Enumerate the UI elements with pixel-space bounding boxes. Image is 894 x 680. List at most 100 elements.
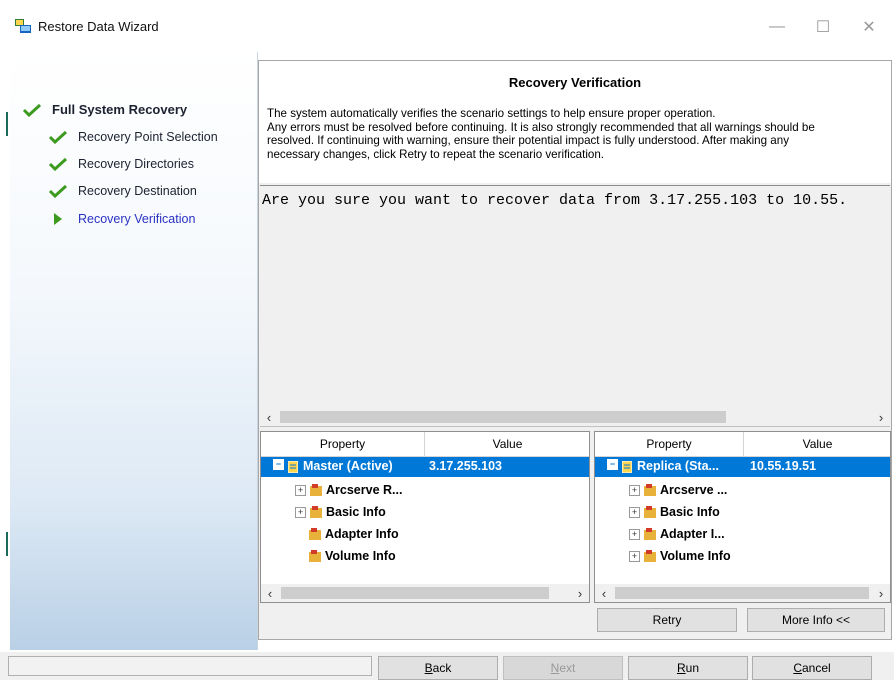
run-button[interactable]: Run	[628, 656, 748, 680]
step-label: Recovery Verification	[78, 212, 196, 226]
maximize-button[interactable]: ☐	[800, 12, 846, 42]
master-root-row[interactable]: − Master (Active) 3.17.255.103	[261, 457, 589, 477]
back-button[interactable]: Back	[378, 656, 498, 680]
tree-item[interactable]: + Basic Info	[629, 501, 720, 523]
verification-message-box[interactable]: Are you sure you want to recover data fr…	[260, 185, 890, 427]
grid-header: Property Value	[261, 432, 589, 457]
tree-item-label: Arcserve R...	[326, 483, 403, 497]
replica-root-value: 10.55.19.51	[750, 459, 817, 473]
step-recovery-destination: Recovery Destination	[48, 184, 197, 198]
tree-item[interactable]: Volume Info	[308, 545, 396, 567]
tree-item[interactable]: + Arcserve R...	[295, 479, 402, 501]
folder-icon	[644, 483, 656, 496]
verification-panel: Recovery Verification The system automat…	[258, 60, 892, 640]
back-label: ack	[432, 661, 452, 675]
column-header-value[interactable]: Value	[425, 432, 589, 456]
expand-icon[interactable]: +	[629, 550, 640, 562]
message-horizontal-scrollbar[interactable]: ‹ ›	[260, 408, 890, 426]
scroll-right-icon[interactable]: ›	[872, 584, 890, 602]
close-button[interactable]: ✕	[846, 12, 892, 42]
retry-button[interactable]: Retry	[597, 608, 737, 632]
tree-item[interactable]: + Arcserve ...	[629, 479, 727, 501]
master-root-value: 3.17.255.103	[429, 459, 502, 473]
wizard-step-sidebar: Full System Recovery Recovery Point Sele…	[10, 52, 258, 650]
server-icon	[288, 461, 298, 473]
tree-item-label: Basic Info	[326, 505, 386, 519]
step-recovery-verification: Recovery Verification	[48, 212, 195, 226]
replica-grid-scrollbar[interactable]: ‹ ›	[595, 584, 890, 602]
server-icon	[622, 461, 632, 473]
title-bar: Restore Data Wizard — ☐ ✕	[0, 0, 894, 52]
master-property-grid[interactable]: Property Value − Master (Active) 3.17.25…	[260, 431, 590, 603]
grid-header: Property Value	[595, 432, 890, 457]
more-info-button[interactable]: More Info <<	[747, 608, 885, 632]
wizard-footer: Back Next Run Cancel	[0, 652, 894, 680]
scrollbar-thumb[interactable]	[281, 587, 549, 599]
run-label: un	[685, 661, 700, 675]
check-icon	[22, 103, 42, 117]
step-label: Full System Recovery	[52, 102, 188, 117]
step-label: Recovery Directories	[78, 157, 195, 171]
scroll-left-icon[interactable]: ‹	[261, 584, 279, 602]
folder-icon	[644, 549, 656, 562]
cancel-mnemonic: C	[793, 661, 802, 675]
folder-icon	[309, 549, 321, 562]
tree-item[interactable]: Adapter Info	[308, 523, 399, 545]
cancel-label: ancel	[801, 661, 831, 675]
expand-icon[interactable]: +	[629, 484, 640, 496]
next-label: ext	[559, 661, 576, 675]
master-grid-scrollbar[interactable]: ‹ ›	[261, 584, 589, 602]
scroll-left-icon[interactable]: ‹	[260, 408, 278, 426]
scrollbar-thumb[interactable]	[615, 587, 869, 599]
column-header-value[interactable]: Value	[744, 432, 890, 456]
check-icon	[48, 184, 68, 198]
run-mnemonic: R	[676, 661, 686, 675]
step-recovery-directories: Recovery Directories	[48, 157, 194, 171]
column-header-property[interactable]: Property	[261, 432, 425, 456]
tree-item-label: Arcserve ...	[660, 483, 728, 497]
window-title: Restore Data Wizard	[38, 19, 159, 34]
expand-icon[interactable]: +	[629, 506, 640, 518]
scroll-right-icon[interactable]: ›	[571, 584, 589, 602]
replica-property-grid[interactable]: Property Value − Replica (Sta... 10.55.1…	[594, 431, 891, 603]
check-icon	[48, 130, 68, 144]
panel-header: Recovery Verification The system automat…	[259, 61, 891, 183]
folder-icon	[310, 505, 322, 518]
expand-icon[interactable]: +	[629, 528, 640, 540]
page-title: Recovery Verification	[508, 75, 642, 90]
step-label: Recovery Destination	[78, 184, 197, 198]
column-header-property[interactable]: Property	[595, 432, 744, 456]
expand-icon[interactable]: +	[295, 506, 306, 518]
folder-icon	[644, 505, 656, 518]
footer-status-area	[8, 656, 372, 676]
collapse-icon[interactable]: −	[607, 459, 618, 470]
next-button[interactable]: Next	[503, 656, 623, 680]
step-recovery-point-selection: Recovery Point Selection	[48, 130, 218, 144]
step-label: Recovery Point Selection	[78, 130, 218, 144]
back-mnemonic: B	[424, 661, 433, 675]
tree-item[interactable]: + Basic Info	[295, 501, 386, 523]
master-root-label: Master (Active)	[303, 459, 393, 473]
tree-item-label: Adapter Info	[325, 527, 399, 541]
tree-item[interactable]: + Adapter I...	[629, 523, 725, 545]
minimize-button[interactable]: —	[754, 12, 800, 42]
expand-icon[interactable]: +	[295, 484, 306, 496]
scrollbar-thumb[interactable]	[280, 411, 726, 423]
tree-item-label: Adapter I...	[660, 527, 725, 541]
page-description: The system automatically verifies the sc…	[267, 107, 815, 161]
scroll-left-icon[interactable]: ‹	[595, 584, 613, 602]
folder-icon	[309, 527, 321, 540]
folder-icon	[644, 527, 656, 540]
replica-root-row[interactable]: − Replica (Sta... 10.55.19.51	[595, 457, 890, 477]
scroll-right-icon[interactable]: ›	[872, 408, 890, 426]
folder-icon	[310, 483, 322, 496]
step-full-system-recovery: Full System Recovery	[22, 102, 187, 117]
tree-item[interactable]: + Volume Info	[629, 545, 731, 567]
check-icon	[48, 157, 68, 171]
tree-item-label: Volume Info	[325, 549, 396, 563]
cancel-button[interactable]: Cancel	[752, 656, 872, 680]
replica-root-label: Replica (Sta...	[637, 459, 719, 473]
restore-wizard-icon	[15, 19, 31, 33]
play-arrow-icon	[54, 213, 62, 225]
collapse-icon[interactable]: −	[273, 459, 284, 470]
